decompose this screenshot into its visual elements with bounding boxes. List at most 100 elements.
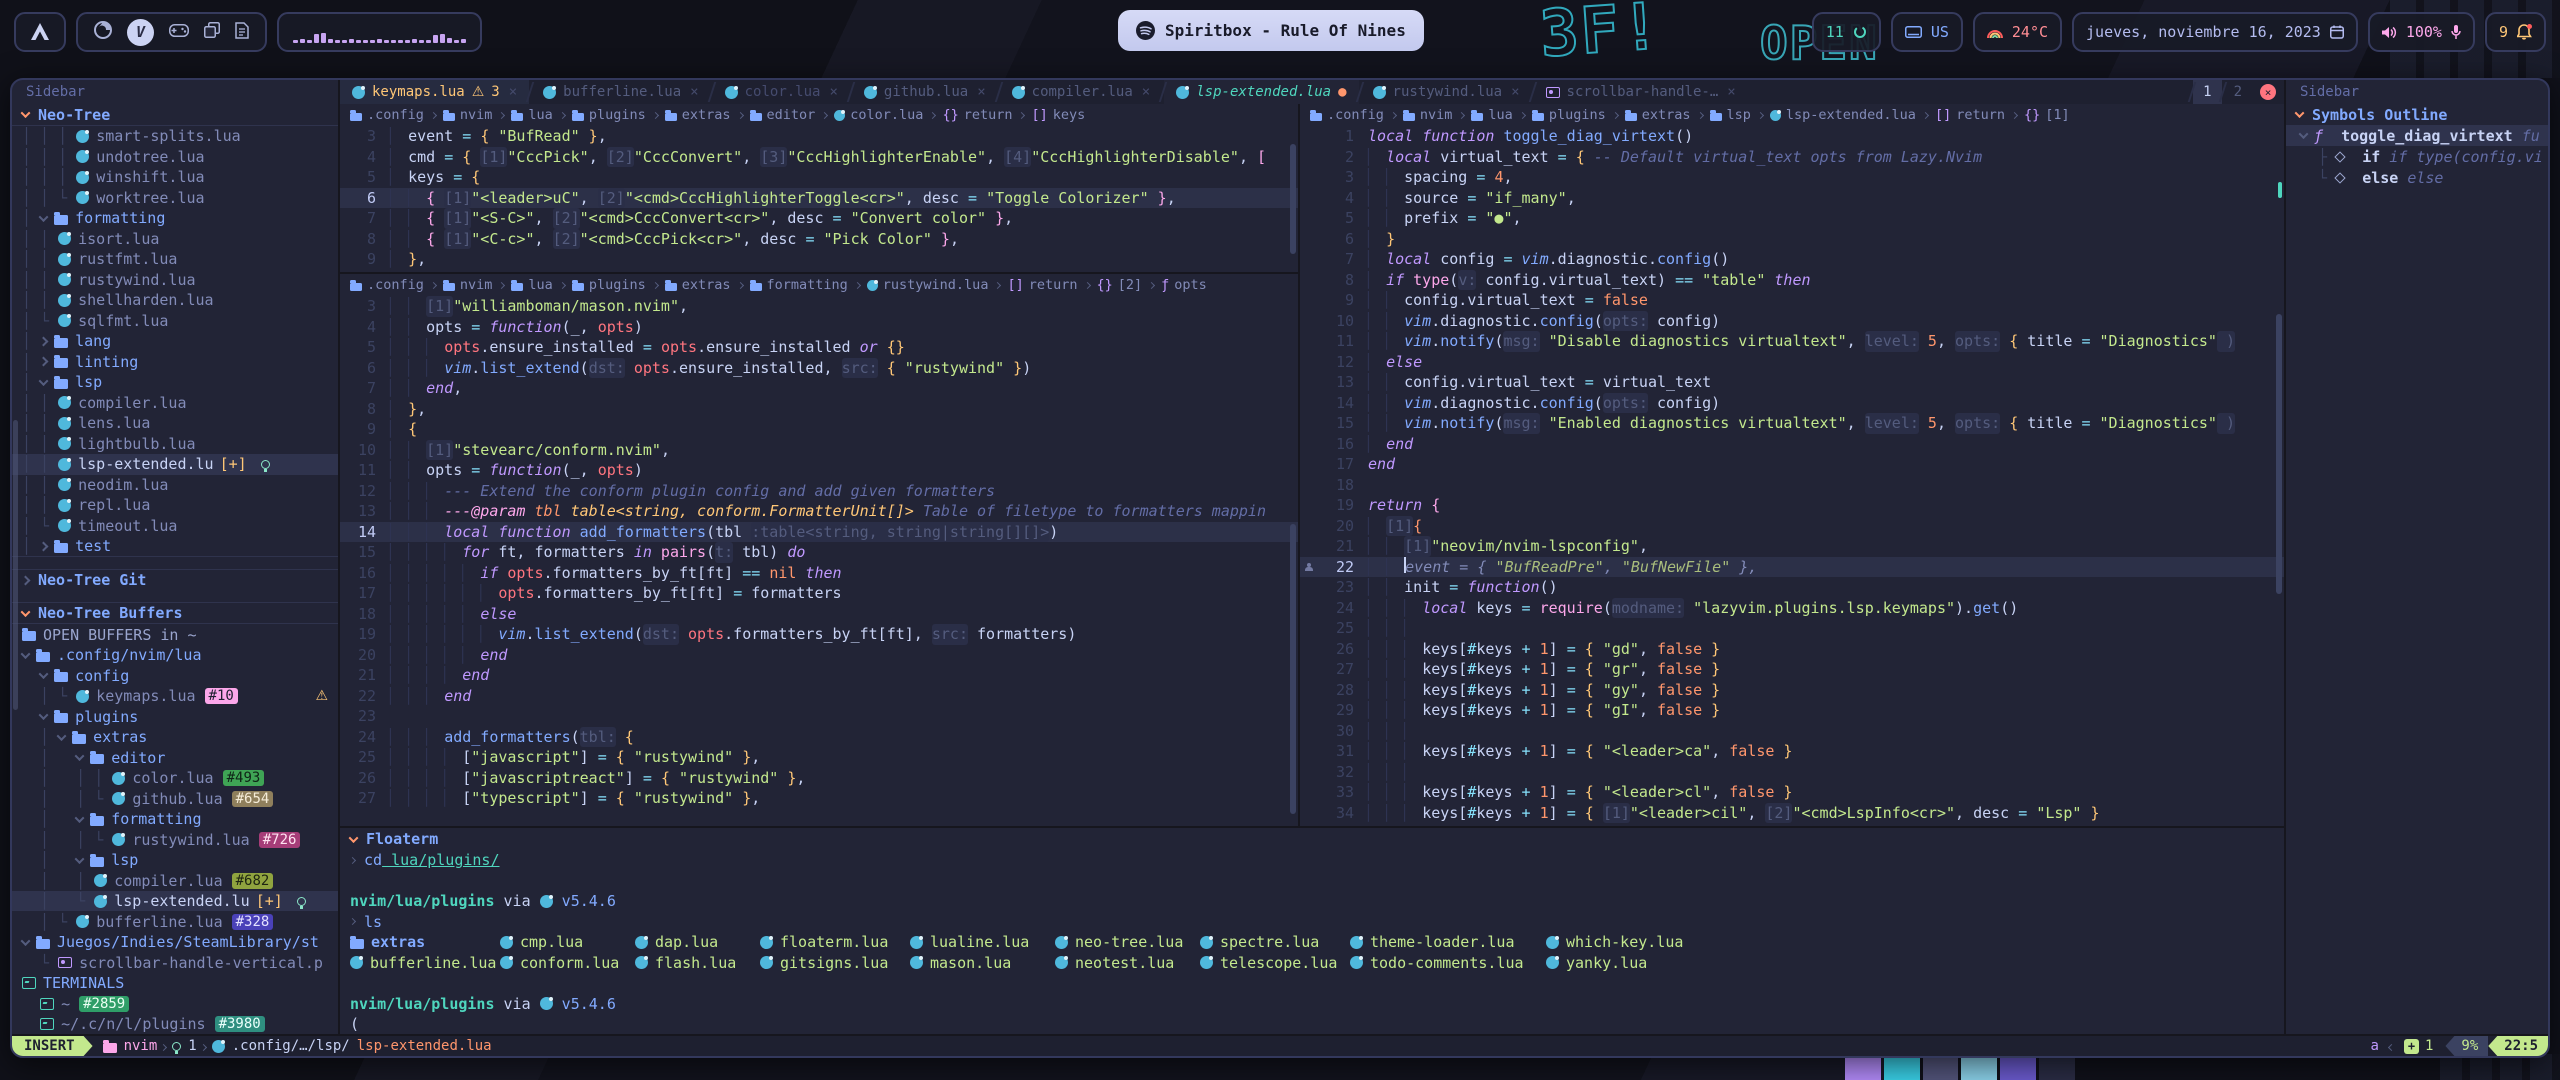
updates-widget[interactable]: 11 bbox=[1812, 12, 1881, 52]
code-line[interactable]: 3▏ event = { "BufRead" }, bbox=[340, 126, 1298, 147]
scrollbar-handle[interactable] bbox=[2278, 182, 2282, 198]
code-line[interactable]: 19return { bbox=[1300, 495, 2284, 516]
breadcrumb-item[interactable]: plugins bbox=[572, 107, 646, 123]
code-line[interactable]: 27▏ ▏ ▏ keys[#keys + 1] = { "gr", false … bbox=[1300, 659, 2284, 680]
code-line[interactable]: 31▏ ▏ ▏ keys[#keys + 1] = { "<leader>ca"… bbox=[1300, 741, 2284, 762]
code-line[interactable]: 30▏ ▏ ▏ bbox=[1300, 721, 2284, 742]
floaterm-header[interactable]: Floaterm bbox=[340, 828, 2284, 850]
tree-row[interactable]: │ lsp bbox=[12, 850, 338, 871]
code-line[interactable]: 14▏ ▏ ▏ local function add_formatters(tb… bbox=[340, 522, 1298, 543]
code-line[interactable]: 20▏ ▏ ▏ ▏ ▏ end bbox=[340, 645, 1298, 666]
tab-github-lua[interactable]: github.lua× bbox=[852, 80, 998, 104]
breadcrumb-item[interactable]: color.lua bbox=[834, 107, 923, 123]
breadcrumb-item[interactable]: nvim bbox=[443, 277, 493, 293]
neotree-section-header[interactable]: Neo-Tree bbox=[12, 104, 338, 125]
scrollbar-handle[interactable] bbox=[2276, 314, 2282, 594]
breadcrumb-item[interactable]: editor bbox=[750, 107, 816, 123]
breadcrumb-item[interactable]: plugins bbox=[1532, 107, 1606, 123]
tree-row[interactable]: TERMINALS bbox=[12, 973, 338, 994]
tree-row[interactable]: │ │ compiler.lua#682 bbox=[12, 870, 338, 891]
code-line[interactable]: 10▏ ▏ vim.diagnostic.config(opts: config… bbox=[1300, 311, 2284, 332]
tree-row[interactable]: │ formatting bbox=[12, 809, 338, 830]
weather-widget[interactable]: 24°C bbox=[1973, 12, 2062, 52]
code-line[interactable]: 5▏ keys = { bbox=[340, 167, 1298, 188]
workspace-firefox[interactable] bbox=[94, 21, 112, 43]
tree-row[interactable]: │ │ rustfmt.lua bbox=[12, 249, 338, 270]
tree-row[interactable]: │ │ shellharden.lua bbox=[12, 290, 338, 311]
tree-row[interactable]: │ └ lsp-extended.lu[+] bbox=[12, 891, 338, 912]
breadcrumb-item[interactable]: extras bbox=[665, 277, 731, 293]
tree-row[interactable]: │ │ │ winshift.lua bbox=[12, 167, 338, 188]
breadcrumb-item[interactable]: lsp bbox=[1710, 107, 1751, 123]
scrollbar-handle[interactable] bbox=[1290, 524, 1296, 814]
breadcrumb-item[interactable]: []return bbox=[1007, 277, 1077, 293]
code-line[interactable]: 9▏ { bbox=[340, 419, 1298, 440]
tree-row[interactable]: │ │ lens.lua bbox=[12, 413, 338, 434]
code-line[interactable]: 12▏ ▏ ▏ --- Extend the conform plugin co… bbox=[340, 481, 1298, 502]
tree-row[interactable]: │ extras bbox=[12, 727, 338, 748]
tree-row[interactable]: │ formatting bbox=[12, 208, 338, 229]
tab-compiler-lua[interactable]: compiler.lua× bbox=[1000, 80, 1163, 104]
tree-row[interactable]: │ │ lightbulb.lua bbox=[12, 434, 338, 455]
breadcrumb-item[interactable]: lua bbox=[1471, 107, 1512, 123]
code-line[interactable]: 11▏ ▏ opts = function(_, opts) bbox=[340, 460, 1298, 481]
keyboard-layout-widget[interactable]: US bbox=[1891, 12, 1963, 52]
code-line[interactable]: 32▏ ▏ ▏ bbox=[1300, 762, 2284, 783]
breadcrumb-item[interactable]: extras bbox=[1625, 107, 1691, 123]
tree-row[interactable]: │ lsp bbox=[12, 372, 338, 393]
breadcrumb-item[interactable]: {}[1] bbox=[2024, 107, 2070, 123]
breadcrumb-item[interactable]: extras bbox=[665, 107, 731, 123]
tree-row[interactable]: │ │ neodim.lua bbox=[12, 475, 338, 496]
breadcrumb-item[interactable]: formatting bbox=[750, 277, 848, 293]
code-line[interactable]: 7▏ ▏ { [1]"<S-C>", [2]"<cmd>CccConvert<c… bbox=[340, 208, 1298, 229]
neotree-buffers-section-header[interactable]: Neo-Tree Buffers bbox=[12, 602, 338, 623]
tree-row[interactable]: │ │ lsp-extended.lu[+] bbox=[12, 454, 338, 475]
notifications-widget[interactable]: 9 bbox=[2485, 12, 2546, 52]
sidebar-scrollbar[interactable] bbox=[13, 420, 18, 710]
tree-row[interactable]: │ lang bbox=[12, 331, 338, 352]
code-line[interactable]: 5▏ ▏ ▏ opts.ensure_installed = opts.ensu… bbox=[340, 337, 1298, 358]
scrollbar-handle[interactable] bbox=[1290, 144, 1296, 254]
tree-row[interactable]: .config/nvim/lua bbox=[12, 645, 338, 666]
tree-row[interactable]: OPEN BUFFERS in ~ bbox=[12, 624, 338, 645]
tree-row[interactable]: Juegos/Indies/SteamLibrary/st bbox=[12, 932, 338, 953]
code-line[interactable]: 26▏ ▏ ▏ ▏ ["javascriptreact"] = { "rusty… bbox=[340, 768, 1298, 789]
code-line[interactable]: 7▏ ▏ end, bbox=[340, 378, 1298, 399]
code-line[interactable]: 18▏ ▏ ▏ ▏ ▏ else bbox=[340, 604, 1298, 625]
workspace-gamepad[interactable] bbox=[169, 23, 189, 41]
code-line[interactable]: 21▏ ▏ ▏ ▏ end bbox=[340, 665, 1298, 686]
code-line[interactable]: 10▏ ▏ [1]"stevearc/conform.nvim", bbox=[340, 440, 1298, 461]
neotree-git-section-header[interactable]: Neo-Tree Git bbox=[12, 569, 338, 590]
breadcrumb-item[interactable]: nvim bbox=[443, 107, 493, 123]
code-line[interactable]: 23 bbox=[340, 706, 1298, 727]
code-line[interactable]: 6▏ ▏ ▏ vim.list_extend(dst: opts.ensure_… bbox=[340, 358, 1298, 379]
code-line[interactable]: 9▏ ▏ config.virtual_text = false bbox=[1300, 290, 2284, 311]
code-line[interactable]: 14▏ ▏ vim.diagnostic.config(opts: config… bbox=[1300, 393, 2284, 414]
code-line[interactable]: 4▏ ▏ opts = function(_, opts) bbox=[340, 317, 1298, 338]
outline-item[interactable]: └ else else bbox=[2286, 167, 2548, 188]
code-line[interactable]: 19▏ ▏ ▏ ▏ ▏ ▏ vim.list_extend(dst: opts.… bbox=[340, 624, 1298, 645]
tree-row[interactable]: │ test bbox=[12, 536, 338, 557]
breadcrumb-item[interactable]: lua bbox=[511, 107, 552, 123]
code-line[interactable]: 18 bbox=[1300, 475, 2284, 496]
tree-row[interactable]: │ │ isort.lua bbox=[12, 229, 338, 250]
tree-row[interactable]: └ scrollbar-handle-vertical.p bbox=[12, 952, 338, 973]
code-line[interactable]: 16▏ end bbox=[1300, 434, 2284, 455]
tree-row[interactable]: │ │ │ smart-splits.lua bbox=[12, 126, 338, 147]
tree-row[interactable]: │ editor bbox=[12, 747, 338, 768]
breadcrumb-item[interactable]: lua bbox=[511, 277, 552, 293]
code-line[interactable]: 15▏ ▏ vim.notify(msg: "Enabled diagnosti… bbox=[1300, 413, 2284, 434]
code-line[interactable]: 20▏ [1]{ bbox=[1300, 516, 2284, 537]
code-line[interactable]: 17end bbox=[1300, 454, 2284, 475]
tab-page-2[interactable]: 2 bbox=[2224, 80, 2252, 104]
code-line[interactable]: 11▏ ▏ vim.notify(msg: "Disable diagnosti… bbox=[1300, 331, 2284, 352]
tree-row[interactable]: plugins bbox=[12, 706, 338, 727]
code-line[interactable]: 8▏ }, bbox=[340, 399, 1298, 420]
breadcrumb-item[interactable]: nvim bbox=[1403, 107, 1453, 123]
code-line[interactable]: 7▏ local config = vim.diagnostic.config(… bbox=[1300, 249, 2284, 270]
breadcrumb-item[interactable]: {}return bbox=[942, 107, 1012, 123]
tree-row[interactable]: │ │ └ worktree.lua bbox=[12, 188, 338, 209]
workspace-document[interactable] bbox=[235, 22, 249, 43]
code-line[interactable]: 15▏ ▏ ▏ ▏ for ft, formatters in pairs(t:… bbox=[340, 542, 1298, 563]
tree-row[interactable]: │ └ sqlfmt.lua bbox=[12, 311, 338, 332]
